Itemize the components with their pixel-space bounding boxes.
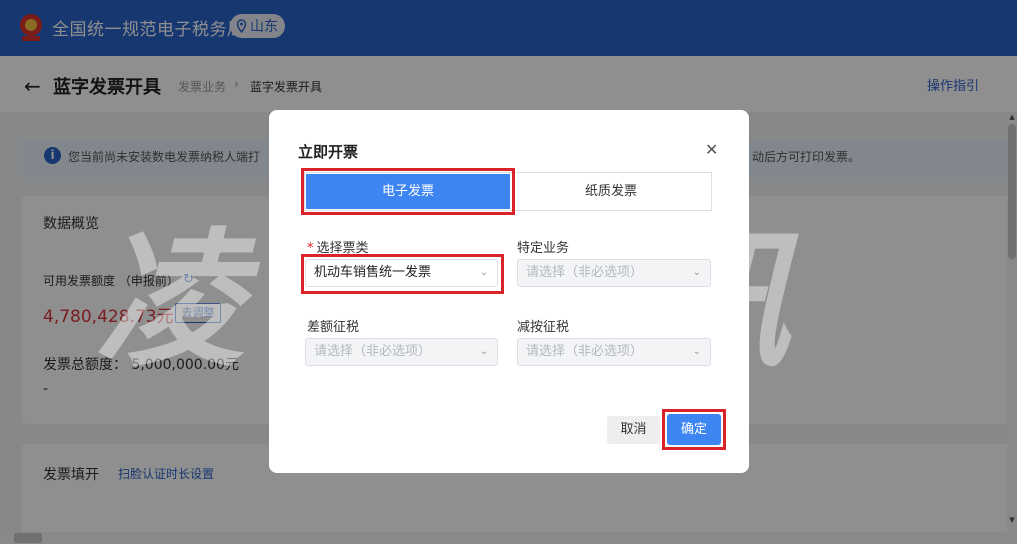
chevron-down-icon: ⌄	[479, 346, 488, 357]
cancel-button[interactable]: 取消	[607, 416, 660, 444]
diff-tax-select[interactable]: 请选择（非必选项） ⌄	[305, 338, 498, 366]
highlight-box-ticket-type	[301, 254, 504, 294]
diff-tax-label: 差额征税	[307, 320, 360, 335]
highlight-box-confirm	[662, 409, 726, 450]
special-business-label: 特定业务	[517, 241, 570, 256]
reduced-tax-select[interactable]: 请选择（非必选项） ⌄	[517, 338, 711, 366]
diff-tax-placeholder: 请选择（非必选项）	[314, 344, 432, 359]
special-business-placeholder: 请选择（非必选项）	[526, 265, 644, 280]
special-business-select[interactable]: 请选择（非必选项） ⌄	[517, 259, 711, 287]
dialog-title: 立即开票	[298, 143, 359, 161]
chevron-down-icon: ⌄	[692, 346, 701, 357]
highlight-box-tab	[301, 168, 515, 215]
close-icon[interactable]: ✕	[705, 140, 718, 159]
reduced-tax-placeholder: 请选择（非必选项）	[526, 344, 644, 359]
chevron-down-icon: ⌄	[692, 267, 701, 278]
tab-paper-invoice[interactable]: 纸质发票	[512, 174, 710, 209]
reduced-tax-label: 减按征税	[517, 320, 570, 335]
